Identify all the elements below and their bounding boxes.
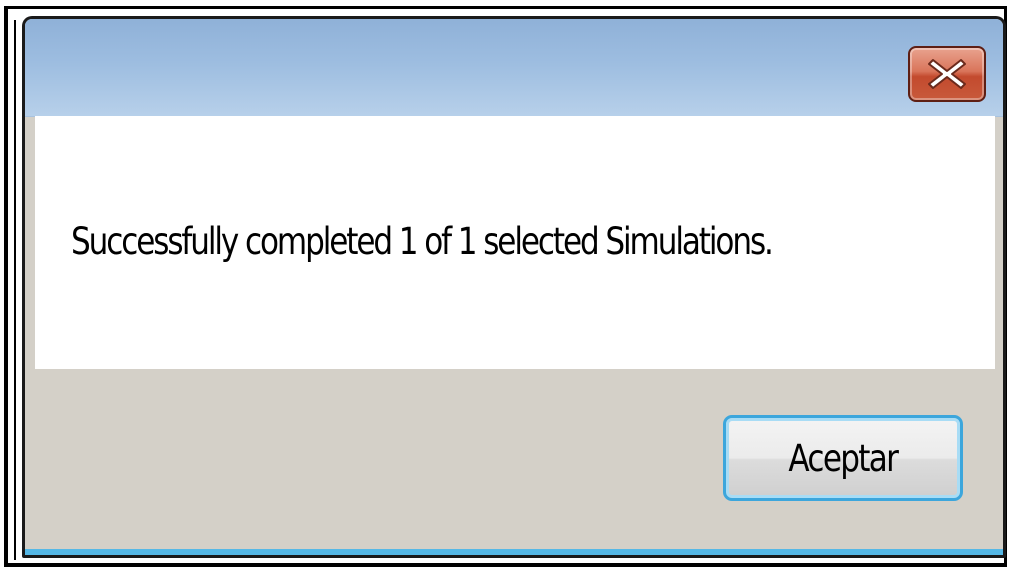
dialog-message: Successfully completed 1 of 1 selected S… [71,220,774,263]
dialog-button-area: Aceptar [25,369,1003,555]
close-icon [928,59,966,89]
dialog-titlebar [25,19,1003,117]
window-frame-line [4,563,1007,567]
close-button[interactable] [908,46,986,102]
accept-button-label: Aceptar [788,436,900,480]
message-dialog: Successfully completed 1 of 1 selected S… [22,16,1006,558]
dialog-bottom-accent [25,549,1003,555]
accept-button[interactable]: Aceptar [723,415,963,501]
window-frame-line [14,20,16,560]
window-frame-line [4,6,8,566]
window-frame-line [4,6,1007,9]
message-panel: Successfully completed 1 of 1 selected S… [35,116,995,369]
